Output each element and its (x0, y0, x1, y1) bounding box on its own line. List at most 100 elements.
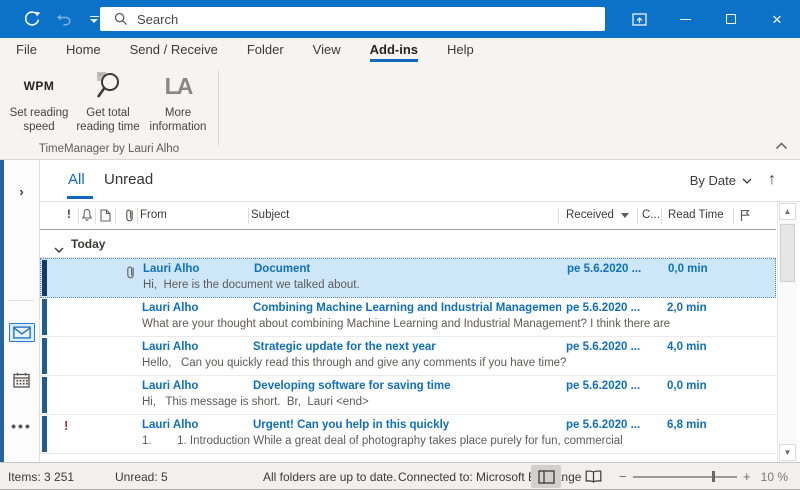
column-attachment paperclip-icon[interactable] (124, 208, 135, 225)
filter-tab-unread[interactable]: Unread (104, 171, 153, 188)
column-received[interactable]: Received (566, 209, 629, 221)
email-received: pe 5.6.2020 ... (566, 341, 654, 353)
email-subject: Developing software for saving time (253, 380, 561, 392)
send-receive-sync-icon[interactable] (22, 9, 42, 29)
magnifier-clock-icon (92, 70, 124, 102)
sidebar-item-mail[interactable] (4, 323, 39, 342)
zoom-slider-thumb[interactable] (712, 471, 715, 482)
scroll-down-button[interactable]: ▼ (779, 444, 796, 461)
email-received: pe 5.6.2020 ... (566, 302, 654, 314)
sort-direction-button[interactable]: ↑ (768, 171, 776, 189)
zoom-out-button[interactable]: − (619, 469, 627, 484)
tab-view[interactable]: View (313, 38, 341, 62)
expand-folder-pane-button[interactable]: › (4, 184, 39, 199)
more-information-button[interactable]: LA Moreinformation (142, 68, 214, 142)
ribbon-group-separator (218, 70, 219, 146)
reading-view-button[interactable] (578, 465, 608, 488)
chevron-down-icon (742, 178, 752, 184)
group-label: Today (71, 237, 105, 251)
unread-indicator-bar (42, 338, 47, 374)
btn-label-line: Get total (86, 107, 129, 119)
status-bar: Items: 3 251 Unread: 5 All folders are u… (0, 462, 800, 490)
column-read-time[interactable]: Read Time (668, 209, 724, 221)
normal-view-button[interactable] (531, 465, 561, 488)
email-read-time: 6,8 min (667, 419, 727, 431)
email-row[interactable]: ! Lauri Alho Urgent! Can you help in thi… (40, 415, 776, 454)
tab-home[interactable]: Home (66, 38, 101, 62)
tab-add-ins[interactable]: Add-ins (370, 38, 418, 62)
sidebar-divider (8, 300, 34, 301)
search-bar[interactable] (100, 7, 605, 31)
header-separator (248, 208, 249, 224)
email-preview: What are your thought about combining Ma… (142, 318, 687, 330)
chevron-down-icon (54, 240, 64, 258)
tab-folder[interactable]: Folder (247, 38, 284, 62)
email-row[interactable]: Lauri Alho Document pe 5.6.2020 ... 0,0 … (40, 258, 776, 298)
collapse-ribbon-icon[interactable] (775, 137, 788, 155)
wpm-badge-icon: WPM (24, 79, 55, 93)
zoom-in-button[interactable]: + (743, 469, 751, 484)
column-flag flag-icon[interactable] (739, 209, 751, 225)
close-button[interactable]: × (754, 0, 800, 38)
sort-by-date-dropdown[interactable]: By Date (690, 173, 752, 188)
zoom-slider-track[interactable] (633, 476, 737, 478)
maximize-button[interactable] (708, 0, 754, 38)
navigation-sidebar: › ••• (4, 160, 40, 462)
column-item-type page-icon[interactable] (100, 209, 111, 225)
sort-descending-icon (621, 213, 629, 218)
btn-label-line: speed (23, 121, 54, 133)
email-row[interactable]: Lauri Alho Developing software for savin… (40, 376, 776, 415)
email-sender: Lauri Alho (142, 302, 247, 314)
email-received: pe 5.6.2020 ... (566, 419, 654, 431)
tab-file[interactable]: File (16, 38, 37, 62)
sidebar-item-calendar[interactable] (4, 372, 39, 388)
column-importance[interactable]: ! (67, 209, 71, 221)
split-pane-icon (538, 470, 555, 484)
mail-icon (9, 323, 35, 342)
ribbon-group-title: TimeManager by Lauri Alho (0, 143, 218, 155)
unread-indicator-bar (42, 299, 47, 335)
column-reminder bell-icon[interactable] (81, 208, 93, 225)
high-importance-icon: ! (64, 418, 68, 433)
tab-help[interactable]: Help (447, 38, 474, 62)
email-subject: Combining Machine Learning and Industria… (253, 302, 561, 314)
header-separator (137, 208, 138, 224)
email-read-time: 0,0 min (668, 263, 728, 275)
btn-label-line: More (165, 107, 191, 119)
search-input[interactable] (137, 12, 557, 27)
email-sender: Lauri Alho (142, 341, 247, 353)
tab-send-receive[interactable]: Send / Receive (130, 38, 218, 62)
scroll-up-button[interactable]: ▲ (779, 203, 796, 220)
sidebar-item-more[interactable]: ••• (4, 418, 39, 434)
open-book-icon (585, 470, 602, 483)
btn-label-line: reading time (76, 121, 139, 133)
filter-tab-all[interactable]: All (68, 171, 85, 188)
unread-count: Unread: 5 (115, 470, 168, 484)
chevron-right-icon: › (19, 184, 23, 199)
column-subject[interactable]: Subject (251, 209, 289, 221)
sort-label: By Date (690, 173, 736, 188)
email-read-time: 4,0 min (667, 341, 727, 353)
email-rows: Today Lauri Alho Document pe 5.6.2020 ..… (40, 230, 776, 462)
email-sender: Lauri Alho (142, 419, 247, 431)
vertical-scrollbar[interactable]: ▲ ▼ (777, 202, 797, 462)
column-from[interactable]: From (140, 209, 167, 221)
email-sender: Lauri Alho (142, 380, 247, 392)
undo-icon[interactable] (54, 9, 74, 29)
arrow-up-icon: ↑ (768, 171, 776, 188)
triangle-up-icon: ▲ (784, 207, 792, 216)
minimize-button[interactable] (662, 0, 708, 38)
set-reading-speed-button[interactable]: WPM Set readingspeed (3, 68, 75, 142)
get-total-reading-time-button[interactable]: Get total reading time (72, 68, 144, 142)
email-row[interactable]: Lauri Alho Combining Machine Learning an… (40, 298, 776, 337)
scrollbar-thumb[interactable] (780, 224, 795, 282)
group-header-today[interactable]: Today (40, 230, 776, 258)
items-count: Items: 3 251 (8, 470, 74, 484)
email-row[interactable]: Lauri Alho Strategic update for the next… (40, 337, 776, 376)
header-separator (637, 208, 638, 224)
zoom-level[interactable]: 10 % (761, 470, 788, 484)
column-category[interactable]: C... (642, 209, 660, 221)
triangle-down-icon: ▼ (784, 448, 792, 457)
ribbon-display-options-icon[interactable] (616, 0, 662, 38)
email-subject: Urgent! Can you help in this quickly (253, 419, 561, 431)
